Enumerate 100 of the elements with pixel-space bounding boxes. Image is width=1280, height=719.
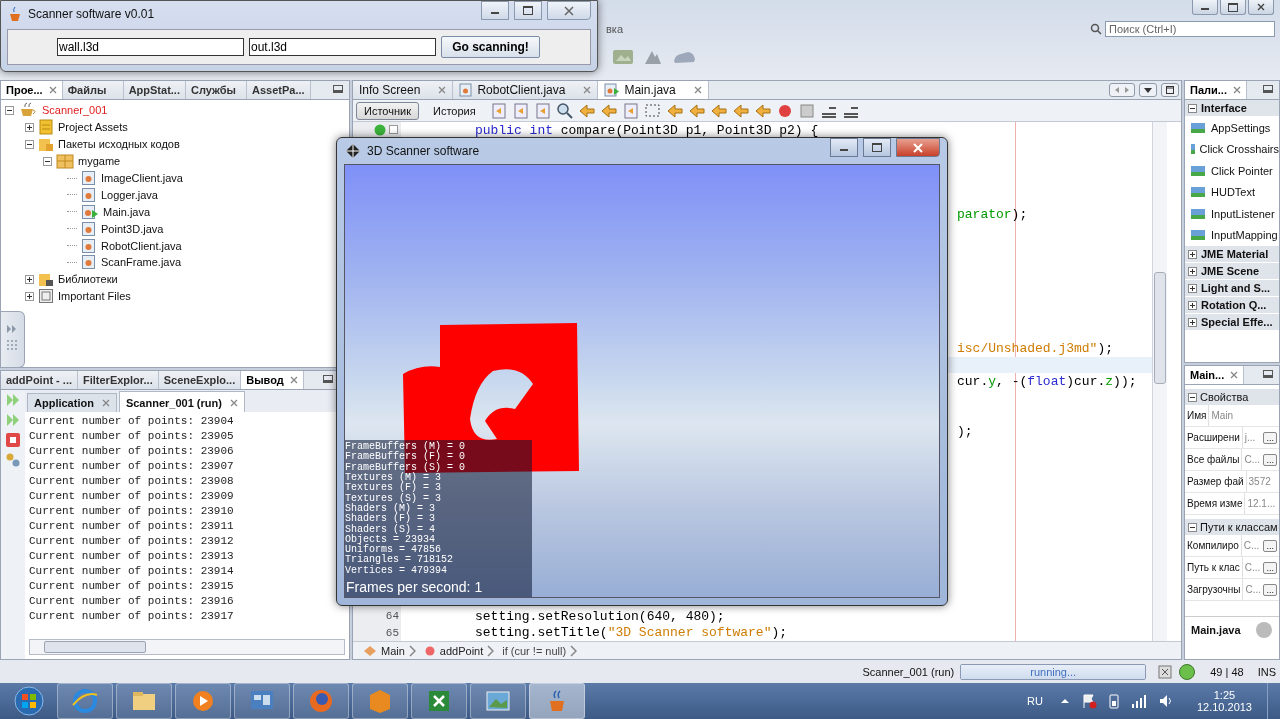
arrow-icon[interactable] (577, 101, 596, 120)
file-name-field[interactable]: out.l3d (249, 38, 436, 56)
output-tab[interactable]: Scanner_001 (run) (118, 391, 245, 412)
close-icon[interactable] (1230, 371, 1239, 379)
palette-category[interactable]: Rotation Q... (1185, 297, 1279, 314)
panel-tab[interactable]: AssetPa... (247, 81, 311, 99)
cancel-icon[interactable] (1158, 664, 1173, 679)
tree-item[interactable]: RobotClient.java (101, 239, 182, 252)
expand-toggle-icon[interactable] (25, 291, 34, 301)
stop-icon[interactable] (5, 432, 21, 448)
taskbar-button[interactable] (352, 683, 408, 719)
maximize-button[interactable] (1161, 83, 1179, 97)
output-tab[interactable]: Application (27, 393, 117, 412)
globe-icon[interactable] (1178, 662, 1197, 681)
close-icon[interactable] (693, 86, 702, 94)
view-toggle[interactable]: История (424, 101, 484, 120)
close-icon[interactable] (48, 86, 57, 94)
clock-time[interactable]: 1:25 (1213, 689, 1236, 701)
panel-tab[interactable]: Пали... (1185, 81, 1247, 99)
arrow-icon[interactable] (687, 101, 706, 120)
palette-category[interactable]: Interface (1185, 100, 1279, 117)
panel-tab[interactable]: Файлы (62, 81, 124, 99)
minimize-button[interactable] (1192, 0, 1218, 15)
speaker-icon[interactable] (1157, 693, 1174, 709)
sidebar-toggle[interactable] (1, 311, 25, 367)
breadcrumb[interactable]: addPoint (423, 644, 495, 657)
close-icon[interactable] (583, 86, 592, 94)
palette-category[interactable]: JME Material (1185, 246, 1279, 263)
minimize-button[interactable] (333, 85, 343, 93)
expand-toggle-icon[interactable] (1188, 283, 1197, 293)
language-indicator[interactable]: RU (1027, 695, 1043, 707)
palette-item[interactable]: InputMapping (1211, 229, 1278, 242)
expand-toggle-icon[interactable] (25, 274, 34, 284)
arrow-icon[interactable] (599, 101, 618, 120)
menu-item[interactable]: вка (606, 23, 623, 35)
tree-item[interactable]: Библиотеки (58, 273, 118, 286)
taskbar-button[interactable] (529, 683, 585, 719)
tree-item[interactable]: Logger.java (101, 188, 158, 201)
selection-icon[interactable] (643, 101, 662, 120)
file-name-field[interactable]: wall.l3d (57, 38, 244, 56)
panel-tab[interactable]: Вывод (241, 371, 304, 389)
view-toggle[interactable]: Источник (356, 101, 419, 120)
palette-item[interactable]: InputListener (1211, 207, 1275, 220)
palette-item[interactable]: HUDText (1211, 186, 1255, 199)
palette-item[interactable]: Click Pointer (1211, 164, 1273, 177)
minimize-button[interactable] (830, 138, 858, 157)
palette-item[interactable]: AppSettings (1211, 121, 1271, 134)
ellipsis-button[interactable]: ... (1263, 561, 1277, 574)
expand-toggle-icon[interactable] (1188, 300, 1197, 310)
arrow-icon[interactable] (753, 101, 772, 120)
tree-item[interactable]: ScanFrame.java (101, 256, 182, 269)
palette-category[interactable]: JME Scene (1185, 263, 1279, 280)
taskbar-button[interactable] (293, 683, 349, 719)
close-icon[interactable] (438, 86, 447, 94)
editor-tab[interactable]: Info Screen (353, 81, 454, 99)
close-icon[interactable] (289, 376, 298, 384)
minimize-button[interactable] (1263, 85, 1273, 93)
close-button[interactable] (1248, 0, 1274, 15)
taskbar-button[interactable] (175, 683, 231, 719)
tree-item[interactable]: Main.java (103, 205, 151, 218)
panel-tab[interactable]: addPoint - ... (1, 371, 78, 389)
expand-toggle-icon[interactable] (5, 105, 14, 115)
close-icon[interactable] (101, 399, 110, 407)
tree-item[interactable]: mygame (78, 155, 121, 168)
tree-item[interactable]: Important Files (58, 290, 131, 303)
search-field[interactable]: Поиск (Ctrl+I) (1105, 21, 1275, 37)
maximize-button[interactable] (1220, 0, 1246, 15)
maximize-button[interactable] (863, 138, 891, 157)
ellipsis-button[interactable]: ... (1263, 583, 1277, 596)
override-marker-icon[interactable] (373, 123, 399, 138)
panel-tab[interactable]: SceneExplo... (158, 371, 242, 389)
search-icon[interactable] (555, 101, 574, 120)
expand-toggle-icon[interactable] (1188, 249, 1197, 259)
minimize-button[interactable] (323, 375, 333, 383)
clock-date[interactable]: 12.10.2013 (1196, 701, 1252, 713)
maximize-button[interactable] (514, 1, 542, 20)
breadcrumb[interactable]: if (cur != null) (502, 644, 578, 657)
taskbar-button[interactable] (411, 683, 467, 719)
tree-item[interactable]: Scanner_001 (42, 104, 108, 117)
close-icon[interactable] (1232, 86, 1241, 94)
tree-item[interactable]: Project Assets (58, 121, 128, 134)
ellipsis-button[interactable]: ... (1263, 431, 1277, 444)
close-icon[interactable] (229, 399, 238, 407)
tray-expand-icon[interactable] (1059, 696, 1070, 706)
property-section[interactable]: Пути к классам (1185, 519, 1279, 535)
signal-icon[interactable] (1130, 693, 1147, 709)
palette-category[interactable]: Special Effe... (1185, 314, 1279, 331)
minimize-button[interactable] (481, 1, 509, 20)
taskbar-button[interactable] (116, 683, 172, 719)
expand-toggle-icon[interactable] (1188, 522, 1197, 532)
arrow-icon[interactable] (665, 101, 684, 120)
taskbar-button[interactable] (234, 683, 290, 719)
car-icon[interactable] (672, 49, 696, 65)
minimize-button[interactable] (1263, 370, 1273, 378)
panel-tab[interactable]: Службы (186, 81, 247, 99)
panel-tab[interactable]: Прое... (1, 81, 63, 99)
expand-toggle-icon[interactable] (1188, 266, 1197, 276)
expand-toggle-icon[interactable] (1188, 103, 1197, 113)
tree-item[interactable]: Point3D.java (101, 222, 164, 235)
editor-tab[interactable]: RobotClient.java (453, 81, 599, 99)
